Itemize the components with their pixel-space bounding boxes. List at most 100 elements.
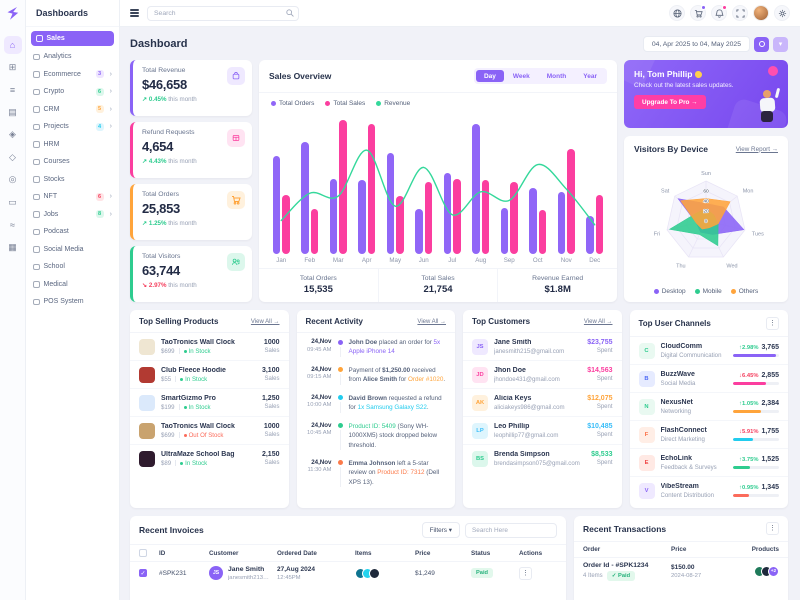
more-options-icon[interactable]: ⋮ [766,317,779,330]
product-sales: 3,100 [262,367,280,374]
tables-icon[interactable]: ▦ [4,238,22,256]
sidebar-item[interactable]: HRM [26,136,119,154]
language-globe-icon[interactable] [669,5,685,21]
svg-text:Wed: Wed [726,263,737,269]
months-row: JanFebMarAprMayJunJulAugSepOctNovDec [267,254,609,268]
fullscreen-icon[interactable] [732,5,748,21]
row-checkbox[interactable]: ✓ [139,569,147,577]
brand-logo-icon[interactable] [5,6,20,21]
circle-icon [759,41,765,47]
orders-bar [501,208,509,254]
timeline-dot [338,367,343,372]
date-dropdown-button[interactable]: ▾ [773,37,788,52]
bar-group [524,110,553,254]
sidebar-item[interactable]: Social Media [26,241,119,259]
sidebar-item[interactable]: NFT 6 › [26,188,119,206]
search-input[interactable] [147,6,299,21]
legend-item: Total Sales [325,100,365,107]
period-tab[interactable]: Week [505,70,538,82]
pages-icon[interactable]: ▤ [4,103,22,121]
select-all-checkbox[interactable] [139,549,147,557]
date-refresh-button[interactable] [754,37,769,52]
invoice-id: #SPK231 [159,570,205,577]
sidebar-item[interactable]: Crypto 6 › [26,83,119,101]
channel-trend: ↑0.95% [739,485,758,491]
sidebar-item[interactable]: School [26,258,119,276]
customer-spent: $10,485 [587,423,612,430]
view-all-link[interactable]: View All → [251,319,280,325]
sidebar-item[interactable]: Medical [26,276,119,294]
view-report-link[interactable]: View Report → [736,146,778,153]
sidebar-item[interactable]: Sales [31,31,114,46]
view-all-link[interactable]: View All → [417,319,446,325]
components-icon[interactable]: ◈ [4,126,22,144]
customer-list-item: JD Jhon Doe jhondoe431@gmail.com $14,563… [463,360,622,388]
sidebar-item[interactable]: Courses [26,153,119,171]
svg-text:Fri: Fri [654,232,660,238]
sidebar-item[interactable]: Projects 4 › [26,118,119,136]
customer-spent: $23,755 [587,339,612,346]
channel-list-item: N NexusNet Networking ↑1.05% 2,384 [630,392,789,420]
more-options-icon[interactable]: ⋮ [766,522,779,535]
page-header: Dashboard 04, Apr 2025 to 04, May 2025 ▾ [130,36,788,52]
product-name: SmartGizmo Pro [161,395,256,402]
period-tab[interactable]: Year [575,70,605,82]
home-icon[interactable]: ⌂ [4,36,22,54]
month-label: May [381,257,410,264]
sidebar-item[interactable]: CRM 5 › [26,101,119,119]
stat-trend: ↘ 2.97% this month [142,282,244,289]
month-label: Jan [267,257,296,264]
view-all-link[interactable]: View All → [584,319,613,325]
apps-grid-icon[interactable]: ⊞ [4,58,22,76]
period-tab[interactable]: Day [476,70,504,82]
top-user-channels-card: Top User Channels⋮ C CloudComm Digital C… [630,310,789,508]
stat-card-refund-requests: Refund Requests 4,654 ↗ 4.43% this month [130,122,252,178]
widgets-icon[interactable]: ◇ [4,148,22,166]
period-tab[interactable]: Month [539,70,575,82]
layers-icon[interactable]: ≡ [4,81,22,99]
sidebar-item-label: NFT [44,193,58,200]
channel-progress [733,466,779,469]
row-actions-icon[interactable]: ⋮ [519,567,532,580]
cards-icon[interactable]: ▭ [4,193,22,211]
bar-group [267,110,296,254]
card-title: Visitors By Device [634,144,708,154]
transaction-products: +2 [735,566,779,577]
card-title: Sales Overview [269,71,331,81]
channel-logo: E [639,455,655,471]
sidebar-item[interactable]: Podcast [26,223,119,241]
user-avatar[interactable] [753,5,769,21]
upgrade-pro-button[interactable]: Upgrade To Pro → [634,95,706,109]
sidebar-item[interactable]: POS System [26,293,119,311]
sidebar-item[interactable]: Stocks [26,171,119,189]
svg-text:Sat: Sat [661,189,670,195]
invoice-search-input[interactable] [465,523,557,538]
sidebar-item-label: CRM [44,106,60,113]
customer-list-item: AK Alicia Keys aliciakeys986@gmail.com $… [463,388,622,416]
notifications-bell-icon[interactable] [711,5,727,21]
sidebar-item[interactable]: Ecommerce 3 › [26,66,119,84]
customer-avatar: JD [472,367,488,383]
filters-button[interactable]: Filters ▾ [422,522,460,538]
users-icon [227,253,245,271]
stat-card-total-visitors: Total Visitors 63,744 ↘ 2.97% this month [130,246,252,302]
channel-value: 2,855 [761,372,779,379]
cart-icon[interactable] [690,5,706,21]
top-customers-card: Top CustomersView All → JS Jane Smith ja… [463,310,622,508]
date-range-picker[interactable]: 04, Apr 2025 to 04, May 2025 [643,36,750,52]
customer-list-item: JS Jane Smith janesmith215@gmail.com $23… [463,333,622,360]
month-label: Jun [410,257,439,264]
charts-icon[interactable]: ≈ [4,216,22,234]
month-label: Feb [296,257,325,264]
settings-gear-icon[interactable] [774,5,790,21]
rail-buttons: ⌂ ⊞ ≡ ▤ ◈ ◇ ◎ ▭ ≈ ▦ [4,31,22,261]
transactions-table-header: Order Price Products [574,541,788,558]
customer-name: Jhon Doe [494,367,581,374]
product-meta: $89In Stock [161,460,256,467]
sidebar-item[interactable]: Analytics [26,48,119,66]
legend-dot [695,289,700,294]
explore-icon[interactable]: ◎ [4,171,22,189]
sidebar-item[interactable]: Jobs 8 › [26,206,119,224]
hamburger-menu-icon[interactable] [130,9,139,16]
sidebar-item-label: Analytics [44,53,72,60]
